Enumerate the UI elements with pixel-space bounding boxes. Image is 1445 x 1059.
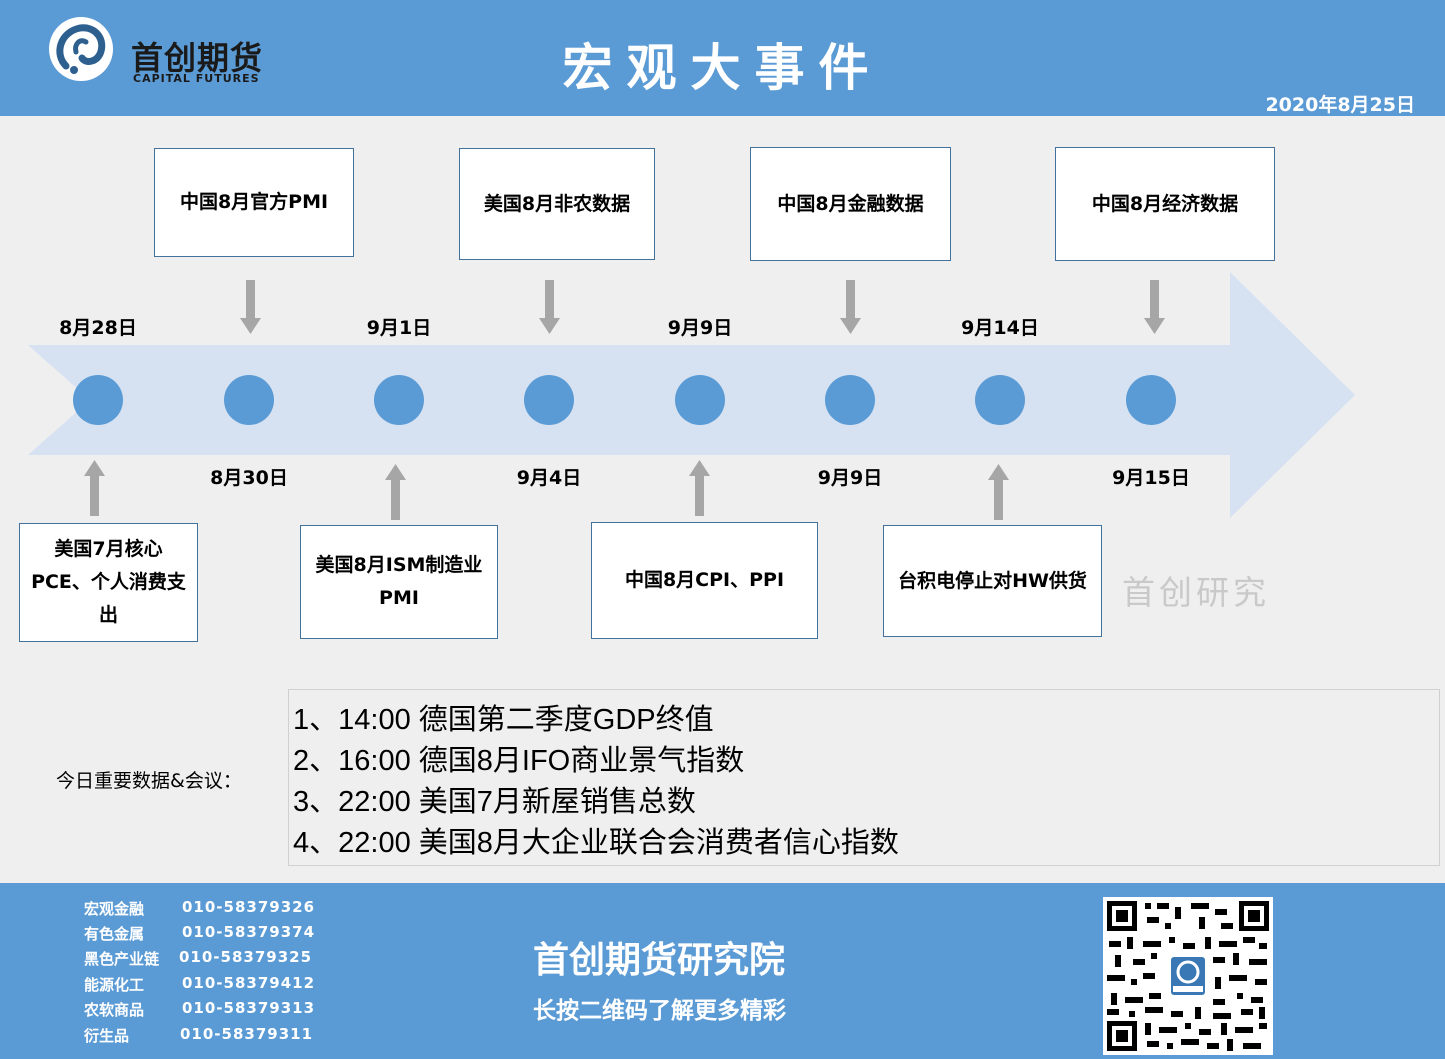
event-box: 中国8月官方PMI	[154, 148, 354, 257]
timeline-node	[224, 375, 274, 425]
timeline-node	[524, 375, 574, 425]
down-arrow-icon	[1144, 280, 1165, 334]
up-arrow-icon	[385, 464, 406, 520]
list-item: 3、22:00 美国7月新屋销售总数	[293, 786, 696, 818]
down-arrow-icon	[840, 280, 861, 334]
contact-phone: 010-58379311	[180, 1025, 314, 1043]
list-item: 2、16:00 德国8月IFO商业景气指数	[293, 745, 745, 777]
down-arrow-icon	[240, 280, 261, 334]
event-label: 美国8月ISM制造业PMI	[315, 554, 483, 609]
institute-name: 首创期货研究院	[533, 940, 786, 981]
contact-name: 有色金属	[84, 925, 145, 943]
timeline-node	[675, 375, 725, 425]
contact-name: 能源化工	[84, 976, 145, 994]
event-label: 中国8月经济数据	[1091, 192, 1239, 215]
contact-phone: 010-58379325	[179, 948, 313, 966]
contact-name: 黑色产业链	[84, 950, 160, 968]
qr-code-icon[interactable]	[1103, 897, 1273, 1055]
timeline-date: 9月4日	[516, 467, 582, 489]
timeline-date: 8月30日	[210, 467, 288, 489]
timeline-node	[374, 375, 424, 425]
today-label: 今日重要数据&会议：	[56, 770, 242, 792]
event-box: 美国7月核心PCE、个人消费支出	[19, 523, 198, 642]
event-box: 台积电停止对HW供货	[883, 525, 1102, 637]
timeline-node	[1126, 375, 1176, 425]
event-box: 中国8月CPI、PPI	[591, 522, 818, 639]
contact-name: 宏观金融	[84, 900, 145, 918]
event-label: 中国8月金融数据	[777, 192, 924, 215]
slogan: 长按二维码了解更多精彩	[533, 998, 786, 1024]
event-label: 美国8月非农数据	[483, 192, 631, 215]
event-box: 美国8月ISM制造业PMI	[300, 525, 498, 639]
event-box: 美国8月非农数据	[459, 148, 655, 260]
timeline-date: 9月9日	[667, 317, 733, 339]
contact-name: 衍生品	[84, 1027, 130, 1045]
contact-phone: 010-58379412	[182, 974, 316, 992]
timeline-date: 9月15日	[1112, 467, 1190, 489]
contact-phone: 010-58379374	[182, 923, 316, 941]
contact-phone: 010-58379326	[182, 898, 316, 916]
list-item: 4、22:00 美国8月大企业联合会消费者信心指数	[293, 827, 899, 859]
event-label: 美国7月核心PCE、个人消费支出	[31, 538, 186, 626]
timeline-node	[825, 375, 875, 425]
timeline-date: 9月9日	[817, 467, 883, 489]
up-arrow-icon	[84, 460, 105, 516]
event-box: 中国8月经济数据	[1055, 147, 1275, 261]
event-box: 中国8月金融数据	[750, 147, 951, 261]
today-list: 1、14:00 德国第二季度GDP终值 2、16:00 德国8月IFO商业景气指…	[288, 689, 1440, 866]
timeline-node	[975, 375, 1025, 425]
list-item: 1、14:00 德国第二季度GDP终值	[293, 704, 714, 736]
down-arrow-icon	[539, 280, 560, 334]
timeline-date: 9月14日	[961, 317, 1039, 339]
timeline-date: 9月1日	[366, 317, 432, 339]
event-label: 中国8月官方PMI	[179, 191, 329, 213]
up-arrow-icon	[689, 460, 710, 516]
timeline-node	[73, 375, 123, 425]
event-label: 中国8月CPI、PPI	[624, 569, 785, 591]
contact-name: 农软商品	[84, 1001, 145, 1019]
event-label: 台积电停止对HW供货	[898, 569, 1087, 592]
footer: 宏观金融 010-58379326 有色金属 010-58379374 黑色产业…	[0, 883, 1445, 1059]
watermark: 首创研究	[1122, 573, 1270, 612]
timeline-date: 8月28日	[59, 317, 137, 339]
up-arrow-icon	[988, 464, 1009, 520]
contact-phone: 010-58379313	[182, 999, 316, 1017]
